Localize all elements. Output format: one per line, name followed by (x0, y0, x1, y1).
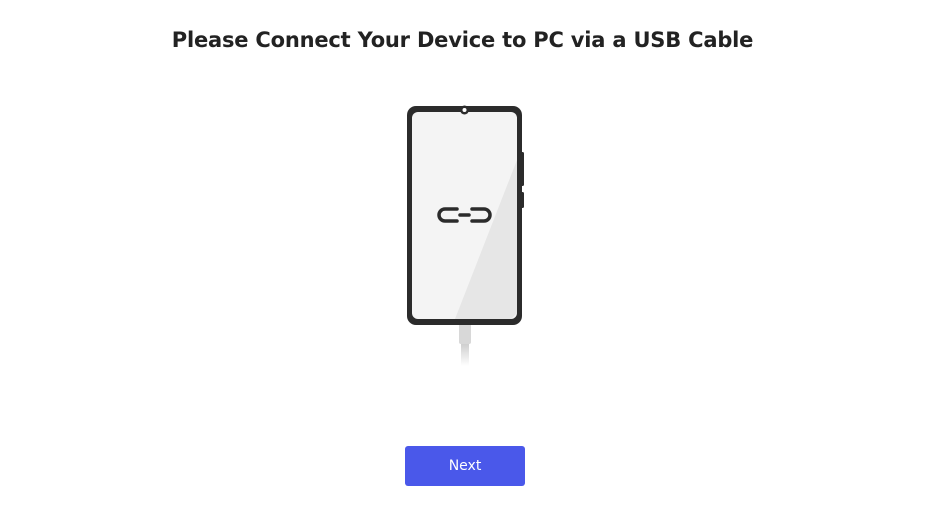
page-title: Please Connect Your Device to PC via a U… (171, 28, 754, 52)
phone-illustration (407, 105, 524, 366)
next-button[interactable]: Next (405, 446, 525, 486)
connect-device-page: Please Connect Your Device to PC via a U… (0, 0, 925, 508)
usb-cable-icon (459, 322, 471, 366)
